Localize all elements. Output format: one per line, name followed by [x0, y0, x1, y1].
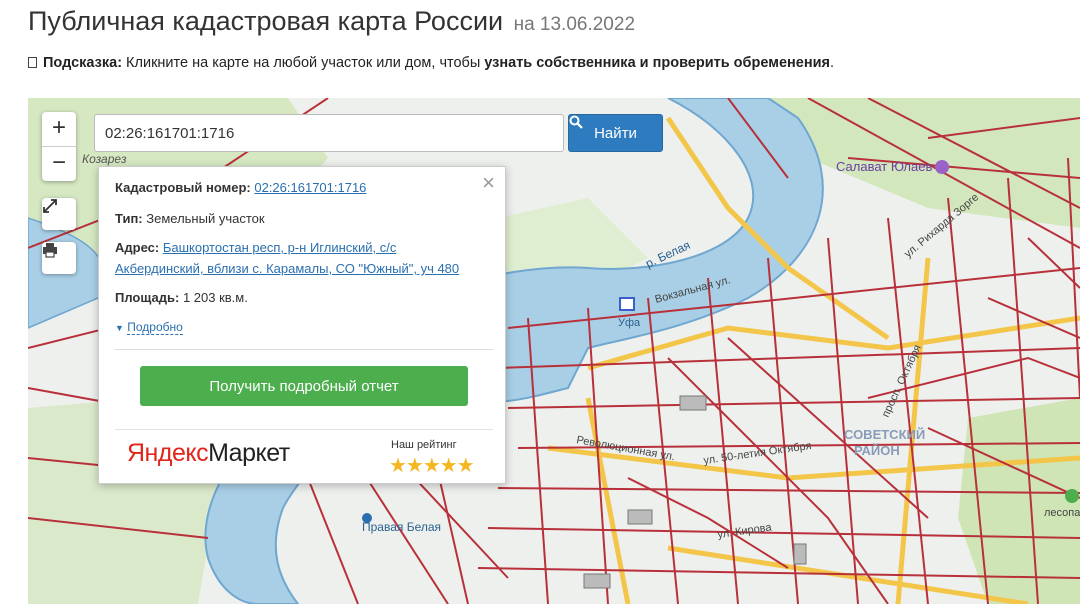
- zoom-control: + −: [42, 112, 76, 181]
- close-icon[interactable]: ×: [482, 172, 495, 194]
- type-value: Земельный участок: [146, 211, 265, 226]
- hint-label: Подсказка:: [43, 55, 123, 71]
- fullscreen-button[interactable]: [42, 198, 76, 230]
- details-link[interactable]: Подробно: [127, 320, 183, 335]
- brand-part1: Яндекс: [127, 439, 209, 467]
- type-label: Тип:: [115, 211, 143, 226]
- hint-line: Подсказка: Кликните на карте на любой уч…: [28, 55, 834, 71]
- landmark-icon: [627, 509, 653, 525]
- map-label-salavat: Салават Юлаев: [836, 159, 932, 174]
- find-button-label: Найти: [594, 124, 637, 142]
- map-label-ul-kirova: ул. Кирова: [717, 521, 773, 541]
- area-label: Площадь:: [115, 290, 180, 305]
- map-label-kozarez: Козарез: [82, 152, 127, 166]
- cadastral-search-input[interactable]: [94, 114, 564, 152]
- stadium-icon: [935, 160, 949, 174]
- zoom-in-button[interactable]: +: [42, 112, 76, 146]
- address-link-line2[interactable]: Акбердинский, вблизи с. Карамалы, СО "Юж…: [115, 261, 459, 276]
- hint-end: .: [829, 55, 834, 71]
- cadastral-map[interactable]: Козарез Салават Юлаев р. Белая Вокзальна…: [28, 98, 1080, 604]
- address-row-2: Акбердинский, вблизи с. Карамалы, СО "Юж…: [115, 261, 459, 276]
- hint-bold-text: узнать собственника и проверить обремене…: [484, 55, 830, 71]
- map-label-pravaya-belaya: Правая Белая: [362, 520, 441, 534]
- parcel-info-popup: × Кадастровый номер: 02:26:161701:1716 Т…: [98, 166, 506, 484]
- get-report-button[interactable]: Получить подробный отчет: [140, 366, 468, 406]
- search-icon: [569, 115, 583, 129]
- type-row: Тип: Земельный участок: [115, 211, 265, 226]
- hint-text: Кликните на карте на любой участок или д…: [122, 55, 485, 71]
- park-icon: [1065, 489, 1079, 503]
- expand-icon: [43, 199, 57, 213]
- cad-number-label: Кадастровый номер:: [115, 180, 251, 195]
- cad-number-link[interactable]: 02:26:161701:1716: [254, 180, 366, 195]
- map-label-lesopark: лесопа: [1044, 507, 1080, 519]
- map-label-sovetsky-2: РАЙОН: [854, 443, 900, 458]
- cad-number-row: Кадастровый номер: 02:26:161701:1716: [115, 180, 366, 195]
- landmark-icon: [679, 395, 707, 411]
- zoom-out-button[interactable]: −: [42, 146, 76, 181]
- area-row: Площадь: 1 203 кв.м.: [115, 290, 248, 305]
- brand-part2: Маркет: [208, 439, 290, 467]
- green-area: [958, 398, 1080, 604]
- page-header: Публичная кадастровая карта России на 13…: [28, 6, 635, 37]
- map-label-ul-50-let: ул. 50-летия Октября: [703, 440, 812, 467]
- info-icon: [28, 57, 37, 68]
- print-button[interactable]: [42, 242, 76, 274]
- details-toggle[interactable]: ▼ Подробно: [115, 320, 183, 335]
- yandex-market-logo[interactable]: ЯндексМаркет: [127, 439, 290, 468]
- printer-icon: [43, 243, 57, 258]
- divider: [115, 429, 493, 430]
- address-link-line1[interactable]: Башкортостан респ, р-н Иглинский, с/с: [163, 240, 397, 255]
- map-label-ufa: Уфа: [618, 317, 641, 329]
- page-date: на 13.06.2022: [513, 14, 636, 35]
- map-label-sovetsky-1: СОВЕТСКИЙ: [844, 427, 925, 442]
- landmark-icon: [583, 573, 611, 589]
- caret-down-icon: ▼: [115, 323, 124, 333]
- rating-label: Наш рейтинг: [391, 439, 457, 451]
- find-button[interactable]: Найти: [568, 114, 663, 152]
- address-row: Адрес: Башкортостан респ, р-н Иглинский,…: [115, 240, 396, 255]
- landmark-icon: [793, 543, 807, 565]
- address-label: Адрес:: [115, 240, 160, 255]
- page-title: Публичная кадастровая карта России: [28, 6, 504, 36]
- rating-stars: ★★★★★: [389, 455, 475, 477]
- area-value: 1 203 кв.м.: [182, 290, 248, 305]
- station-icon: [619, 297, 635, 311]
- divider: [115, 349, 493, 350]
